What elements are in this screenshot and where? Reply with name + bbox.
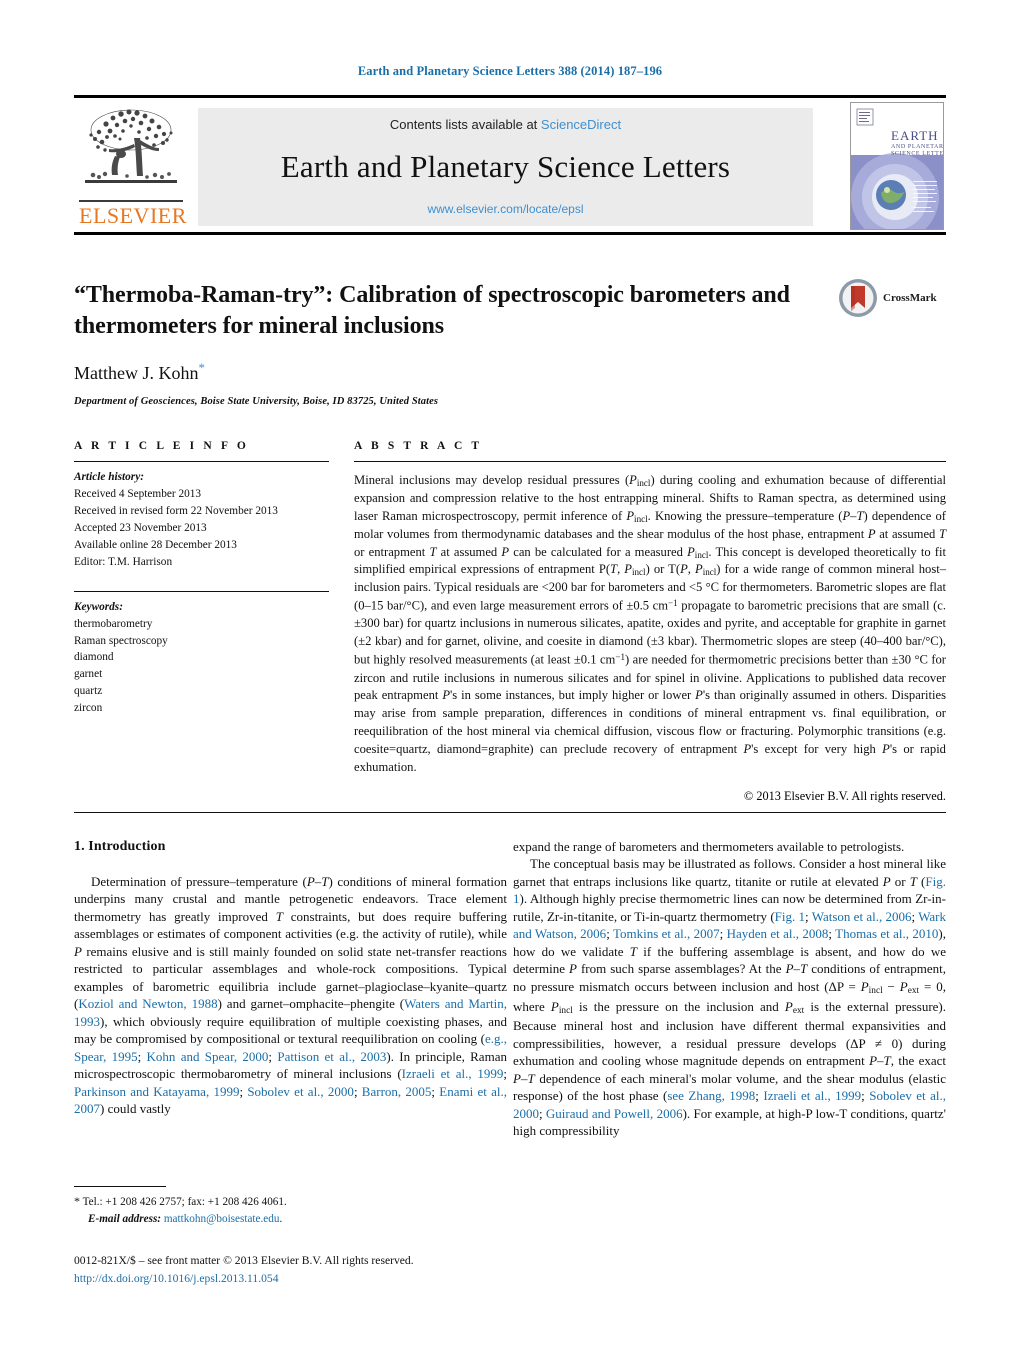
- cover-art: EARTH AND PLANETARY SCIENCE LETTERS: [851, 103, 944, 229]
- body-right-column: expand the range of barometers and therm…: [513, 838, 946, 1140]
- issn-front-matter: 0012-821X/$ – see front matter © 2013 El…: [74, 1254, 414, 1267]
- citation-link[interactable]: Barron, 2005: [362, 1084, 432, 1099]
- journal-cover-thumbnail: EARTH AND PLANETARY SCIENCE LETTERS: [850, 102, 944, 230]
- abstract-heading: A B S T R A C T: [354, 440, 483, 452]
- journal-masthead: ELSEVIER Contents lists available at Sci…: [74, 95, 946, 235]
- footnote-period: .: [279, 1212, 283, 1225]
- history-item: Accepted 23 November 2013: [74, 521, 207, 534]
- crossmark-label: CrossMark: [883, 292, 937, 304]
- crossmark-icon: [839, 279, 877, 317]
- imprint-block: 0012-821X/$ – see front matter © 2013 El…: [74, 1252, 534, 1287]
- footnote-tel: * Tel.: +1 208 426 2757; fax: +1 208 426…: [74, 1193, 507, 1211]
- citation-link[interactable]: see Zhang, 1998: [667, 1088, 755, 1103]
- keyword-item: garnet: [74, 668, 103, 681]
- history-item: Editor: T.M. Harrison: [74, 555, 173, 568]
- title-block: “Thermoba-Raman-try”: Calibration of spe…: [74, 279, 946, 408]
- elsevier-wordmark: ELSEVIER: [79, 200, 186, 227]
- crossmark-badge[interactable]: CrossMark: [838, 275, 946, 321]
- article-history: Article history: Received 4 September 20…: [74, 462, 329, 571]
- contents-prefix: Contents lists available at: [389, 117, 541, 132]
- figure-reference-link[interactable]: Fig. 1: [513, 874, 946, 906]
- masthead-center-panel: Contents lists available at ScienceDirec…: [198, 108, 813, 226]
- footnote-tel-text: Tel.: +1 208 426 2757; fax: +1 208 426 4…: [82, 1196, 287, 1208]
- svg-text:EARTH: EARTH: [891, 128, 939, 143]
- article-info-column: A R T I C L E I N F O Article history: R…: [74, 440, 329, 717]
- affiliation: Department of Geosciences, Boise State U…: [74, 396, 439, 408]
- author-name: Matthew J. Kohn: [74, 363, 199, 384]
- keywords-label: Keywords:: [74, 600, 123, 613]
- citation-link[interactable]: Kohn and Spear, 2000: [147, 1049, 269, 1064]
- intro-paragraph-right-2: The conceptual basis may be illustrated …: [513, 856, 947, 1139]
- citation-link[interactable]: Izraeli et al., 1999: [763, 1088, 861, 1103]
- elsevier-tree-icon: [85, 109, 177, 183]
- keyword-item: quartz: [74, 685, 103, 698]
- citation-link[interactable]: Thomas et al., 2010: [835, 926, 938, 941]
- footnote-marker: *: [74, 1194, 80, 1208]
- section-heading-introduction: 1. Introduction: [74, 839, 166, 854]
- corresponding-footnote: * Tel.: +1 208 426 2757; fax: +1 208 426…: [74, 1186, 507, 1227]
- author-email-link[interactable]: mattkohn@boisestate.edu: [164, 1213, 280, 1225]
- article-info-heading: A R T I C L E I N F O: [74, 440, 249, 452]
- running-head: Earth and Planetary Science Letters 388 …: [357, 64, 663, 78]
- paper-page: Earth and Planetary Science Letters 388 …: [0, 0, 1020, 1351]
- citation-link[interactable]: Hayden et al., 2008: [727, 926, 829, 941]
- author-line: Matthew J. Kohn*: [74, 360, 946, 384]
- citation-link[interactable]: Tomkins et al., 2007: [613, 926, 720, 941]
- abstract-column: A B S T R A C T Mineral inclusions may d…: [354, 440, 946, 804]
- figure-reference-link[interactable]: Fig. 1: [775, 909, 805, 924]
- history-item: Available online 28 December 2013: [74, 538, 237, 551]
- svg-text:SCIENCE LETTERS: SCIENCE LETTERS: [891, 151, 944, 157]
- citation-link[interactable]: Watson et al., 2006: [812, 909, 912, 924]
- abstract-text: Mineral inclusions may develop residual …: [354, 473, 947, 774]
- body-left-column: 1. Introduction Determination of pressur…: [74, 838, 507, 1118]
- intro-paragraph-right-1: expand the range of barometers and therm…: [513, 839, 905, 854]
- email-address-label: E-mail address:: [88, 1212, 162, 1225]
- page-title: “Thermoba-Raman-try”: Calibration of spe…: [74, 282, 790, 340]
- citation-link[interactable]: Koziol and Newton, 1988: [78, 996, 217, 1011]
- abstract-copyright: © 2013 Elsevier B.V. All rights reserved…: [743, 788, 946, 803]
- contents-available-line: Contents lists available at ScienceDirec…: [390, 117, 621, 132]
- citation-link[interactable]: Izraeli et al., 1999: [402, 1066, 504, 1081]
- keyword-item: thermobarometry: [74, 617, 153, 630]
- history-item: Received 4 September 2013: [74, 487, 202, 500]
- footnote-rule: [74, 1186, 166, 1187]
- journal-url-link[interactable]: www.elsevier.com/locate/epsl: [427, 202, 583, 216]
- article-history-label: Article history:: [74, 471, 144, 483]
- keywords-block: Keywords: thermobarometry Raman spectros…: [74, 584, 329, 718]
- citation-link[interactable]: Sobolev et al., 2000: [247, 1084, 354, 1099]
- corresponding-author-marker[interactable]: *: [199, 360, 206, 375]
- keyword-item: zircon: [74, 702, 103, 715]
- keyword-item: diamond: [74, 651, 114, 664]
- footnote-email: E-mail address: mattkohn@boisestate.edu.: [74, 1211, 507, 1228]
- doi-link[interactable]: http://dx.doi.org/10.1016/j.epsl.2013.11…: [74, 1270, 534, 1288]
- svg-text:AND PLANETARY: AND PLANETARY: [891, 144, 944, 150]
- citation-link[interactable]: Parkinson and Katayama, 1999: [74, 1084, 239, 1099]
- intro-paragraph-left: Determination of pressure–temperature (P…: [74, 873, 508, 1117]
- citation-link[interactable]: Pattison et al., 2003: [277, 1049, 386, 1064]
- elsevier-logo: ELSEVIER: [76, 104, 186, 229]
- keyword-item: Raman spectroscopy: [74, 634, 168, 647]
- sciencedirect-link[interactable]: ScienceDirect: [541, 117, 621, 132]
- body-separator-rule: [74, 812, 946, 813]
- journal-title: Earth and Planetary Science Letters: [280, 149, 731, 184]
- history-item: Received in revised form 22 November 201…: [74, 504, 278, 517]
- citation-link[interactable]: Guiraud and Powell, 2006: [546, 1106, 683, 1121]
- keywords-list: Keywords: thermobarometry Raman spectros…: [74, 592, 329, 718]
